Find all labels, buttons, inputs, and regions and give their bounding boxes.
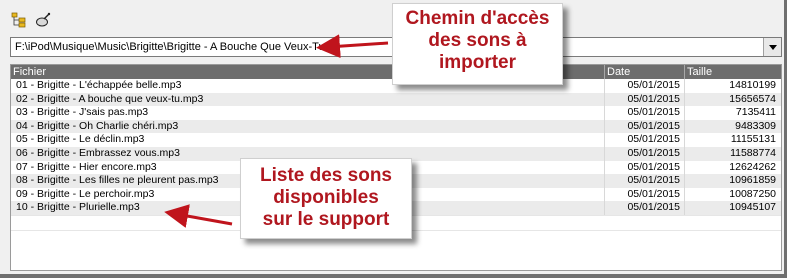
list-row[interactable]: 03 - Brigitte - J'sais pas.mp3 05/01/201… [11,106,781,120]
file-size: 11588774 [730,146,776,159]
column-header-date[interactable]: Date [605,65,685,79]
file-date: 05/01/2015 [605,106,685,120]
file-name: 05 - Brigitte - Le déclin.mp3 [11,133,605,147]
file-date: 05/01/2015 [605,79,685,93]
file-size: 15656574 [729,92,776,105]
column-header-size[interactable]: Taille [685,65,781,79]
toolbar [10,10,52,30]
callout-line: Chemin d'accès [405,8,550,29]
import-button[interactable] [34,11,52,29]
file-date: 05/01/2015 [605,119,685,134]
path-dropdown-button[interactable] [763,38,781,56]
list-row[interactable]: 04 - Brigitte - Oh Charlie chéri.mp3 05/… [11,119,781,134]
callout-line: disponibles [273,187,379,208]
import-icon [36,12,51,27]
file-date: 05/01/2015 [605,160,685,175]
import-window: Fichier Date Taille 01 - Brigitte - L'éc… [0,0,787,278]
file-size: 10087250 [729,187,776,200]
file-date: 05/01/2015 [605,92,685,107]
file-size: 14810199 [729,79,776,91]
file-date: 05/01/2015 [605,133,685,147]
list-row[interactable]: 05 - Brigitte - Le déclin.mp3 05/01/2015… [11,133,781,147]
folder-tree-button[interactable] [10,11,28,29]
callout-line: Liste des sons [260,165,392,186]
list-row[interactable]: 02 - Brigitte - A bouche que veux-tu.mp3… [11,92,781,107]
file-size: 9483309 [735,119,776,132]
callout-line: importer [438,52,517,73]
callout-line: sur le support [262,209,390,230]
file-size: 12624262 [729,160,776,173]
file-size: 7135411 [735,106,776,119]
path-input[interactable] [11,38,763,56]
chevron-down-icon [768,44,777,50]
file-date: 05/01/2015 [605,146,685,161]
file-date: 05/01/2015 [605,187,685,202]
file-date: 05/01/2015 [605,174,685,188]
file-name: 04 - Brigitte - Oh Charlie chéri.mp3 [11,119,605,134]
file-date: 05/01/2015 [605,201,685,215]
callout-line: des sons à [428,30,527,51]
folder-tree-icon [11,12,26,28]
file-size: 10961859 [729,174,776,187]
path-callout: Chemin d'accès des sons à importer [392,3,563,85]
file-name: 02 - Brigitte - A bouche que veux-tu.mp3 [11,92,605,107]
file-name: 03 - Brigitte - J'sais pas.mp3 [11,106,605,120]
list-callout: Liste des sons disponibles sur le suppor… [240,158,412,239]
file-size: 10945107 [729,201,776,214]
file-size: 11155131 [730,133,776,146]
